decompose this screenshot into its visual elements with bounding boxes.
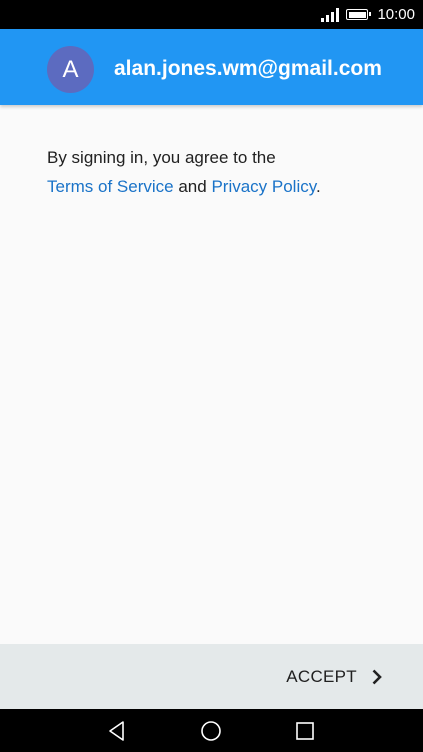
navigation-bar xyxy=(0,709,423,752)
battery-icon xyxy=(346,9,372,20)
account-email: alan.jones.wm@gmail.com xyxy=(114,57,382,80)
signal-icon xyxy=(321,7,340,22)
action-bar: ACCEPT xyxy=(0,644,423,709)
back-icon xyxy=(109,721,124,741)
terms-message: By signing in, you agree to the Terms of… xyxy=(47,143,387,201)
status-icons: 10:00 xyxy=(321,0,415,29)
period-text: . xyxy=(315,177,321,196)
recents-icon xyxy=(296,722,314,740)
terms-of-service-link[interactable]: Terms of Service xyxy=(47,177,174,196)
clock: 10:00 xyxy=(377,6,415,23)
recents-button[interactable] xyxy=(292,718,318,744)
avatar-letter: A xyxy=(62,55,79,83)
accept-button[interactable]: ACCEPT xyxy=(286,656,383,698)
accept-label: ACCEPT xyxy=(286,667,357,686)
terms-links-line: Terms of Service and Privacy Policy. xyxy=(47,172,387,201)
home-button[interactable] xyxy=(198,718,224,744)
privacy-policy-link[interactable]: Privacy Policy xyxy=(211,177,316,196)
account-header: A alan.jones.wm@gmail.com xyxy=(0,29,423,105)
avatar: A xyxy=(47,46,94,93)
terms-intro-text: By signing in, you agree to the xyxy=(47,148,276,167)
back-button[interactable] xyxy=(104,718,130,744)
chevron-right-icon xyxy=(372,669,382,685)
and-text: and xyxy=(178,177,207,196)
home-icon xyxy=(201,721,221,741)
status-bar: 10:00 xyxy=(0,0,423,29)
